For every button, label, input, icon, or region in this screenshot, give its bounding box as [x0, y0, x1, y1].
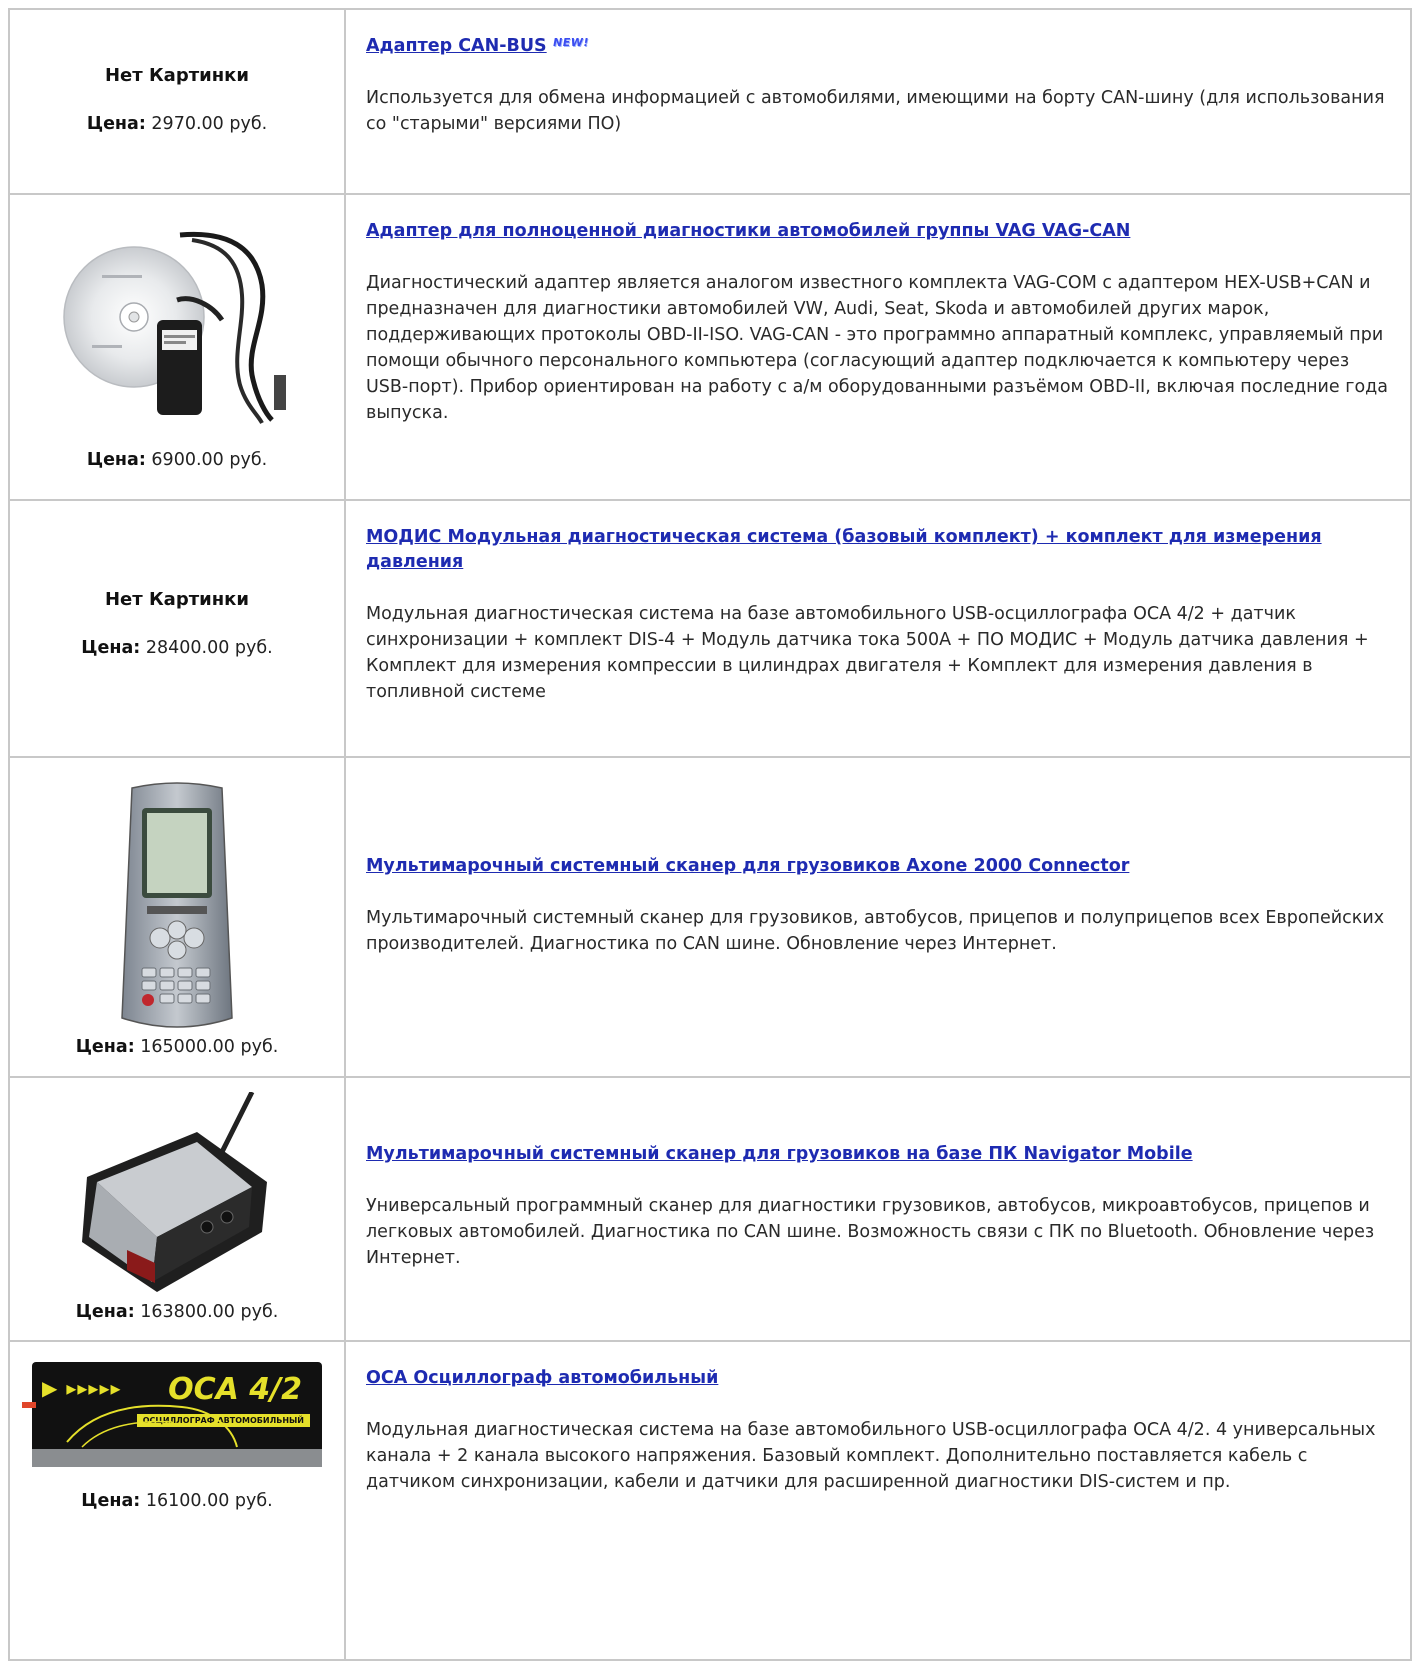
price-value: 6900.00 руб. — [151, 450, 268, 470]
price-value: 165000.00 руб. — [140, 1037, 279, 1057]
price-label: Цена — [86, 450, 139, 470]
price-label: Цена — [81, 1491, 134, 1511]
product-price: Цена: 165000.00 руб. — [75, 1037, 279, 1057]
product-description: Универсальный программный сканер для диа… — [366, 1196, 1375, 1268]
product-price: Цена: 28400.00 руб. — [81, 638, 273, 658]
product-description-cell: Мультимарочный системный сканер для груз… — [344, 1076, 1412, 1342]
product-title-link[interactable]: Адаптер для полноценной диагностики авто… — [366, 221, 1130, 241]
product-description-cell: Мультимарочный системный сканер для груз… — [344, 756, 1412, 1078]
product-row: Нет Картинки Цена: 2970.00 руб. Адаптер … — [8, 8, 1412, 195]
product-title-link[interactable]: Адаптер CAN-BUS — [366, 36, 547, 56]
product-catalog-table: Нет Картинки Цена: 2970.00 руб. Адаптер … — [8, 8, 1412, 1661]
product-description-cell: Адаптер для полноценной диагностики авто… — [344, 193, 1412, 501]
handheld-scanner-icon[interactable] — [112, 778, 242, 1043]
product-description: Используется для обмена информацией с ав… — [366, 88, 1385, 134]
product-price: Цена: 6900.00 руб. — [86, 450, 268, 470]
no-picture-text: Нет Картинки — [104, 65, 250, 86]
price-value: 163800.00 руб. — [140, 1302, 279, 1322]
product-title-link[interactable]: Мультимарочный системный сканер для груз… — [366, 856, 1129, 876]
product-description: Модульная диагностическая система на баз… — [366, 1420, 1376, 1492]
product-description-cell: Адаптер CAN-BUS NEW! Используется для обм… — [344, 8, 1412, 195]
price-value: 2970.00 руб. — [151, 114, 268, 134]
product-image-cell: Цена: 163800.00 руб. — [8, 1076, 346, 1342]
product-row: Цена: 163800.00 руб. Мультимарочный сист… — [8, 1076, 1412, 1342]
product-row: ▶ ▸▸▸▸▸ ОСА 4/2 ОСЦИЛЛОГРАФ АВТОМОБИЛЬНЫ… — [8, 1340, 1412, 1661]
price-label: Цена — [86, 114, 139, 134]
product-price: Цена: 2970.00 руб. — [86, 114, 268, 134]
new-badge-icon: NEW! — [551, 36, 590, 49]
price-label: Цена — [81, 638, 134, 658]
product-title-link[interactable]: ОСА Осциллограф автомобильный — [366, 1368, 718, 1388]
product-image-cell: Нет Картинки Цена: 28400.00 руб. — [8, 499, 346, 758]
price-label: Цена — [75, 1037, 128, 1057]
product-description: Диагностический адаптер является аналого… — [366, 273, 1388, 423]
price-value: 28400.00 руб. — [145, 638, 273, 658]
product-image-cell: Нет Картинки Цена: 2970.00 руб. — [8, 8, 346, 195]
product-price: Цена: 163800.00 руб. — [75, 1302, 279, 1322]
product-title-link[interactable]: Мультимарочный системный сканер для груз… — [366, 1144, 1193, 1164]
price-value: 16100.00 руб. — [145, 1491, 273, 1511]
product-row: Нет Картинки Цена: 28400.00 руб. МОДИС М… — [8, 499, 1412, 758]
product-description-cell: МОДИС Модульная диагностическая система … — [344, 499, 1412, 758]
vci-box-icon[interactable] — [67, 1090, 287, 1307]
product-row: Цена: 165000.00 руб. Мультимарочный сист… — [8, 756, 1412, 1078]
product-image-cell: Цена: 165000.00 руб. — [8, 756, 346, 1078]
cd-cable-adapter-icon[interactable] — [62, 225, 292, 430]
product-image-cell: Цена: 6900.00 руб. — [8, 193, 346, 501]
product-title-link[interactable]: МОДИС Модульная диагностическая система … — [366, 527, 1322, 572]
oscilloscope-icon[interactable]: ▶ ▸▸▸▸▸ ОСА 4/2 ОСЦИЛЛОГРАФ АВТОМОБИЛЬНЫ… — [22, 1362, 322, 1467]
product-price: Цена: 16100.00 руб. — [81, 1491, 273, 1511]
product-image-cell: ▶ ▸▸▸▸▸ ОСА 4/2 ОСЦИЛЛОГРАФ АВТОМОБИЛЬНЫ… — [8, 1340, 346, 1661]
product-row: Цена: 6900.00 руб. Адаптер для полноценн… — [8, 193, 1412, 501]
price-label: Цена — [75, 1302, 128, 1322]
product-description: Мультимарочный системный сканер для груз… — [366, 908, 1385, 954]
product-description-cell: ОСА Осциллограф автомобильный Модульная … — [344, 1340, 1412, 1661]
no-picture-text: Нет Картинки — [104, 589, 250, 610]
product-description: Модульная диагностическая система на баз… — [366, 604, 1369, 702]
